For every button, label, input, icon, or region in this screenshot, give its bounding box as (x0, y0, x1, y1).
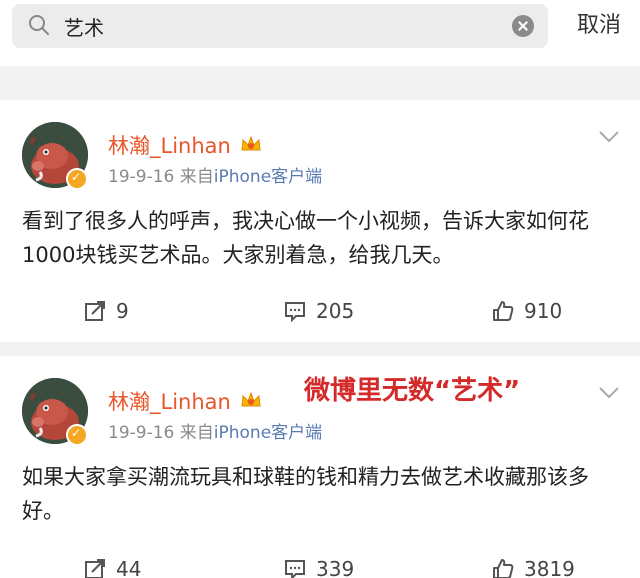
search-box[interactable] (12, 4, 548, 48)
username[interactable]: 林瀚_Linhan (108, 130, 231, 160)
repost-button[interactable]: 44 (84, 554, 141, 578)
comment-button[interactable]: 205 (284, 296, 354, 326)
post-text: 看到了很多人的呼声，我决心做一个小视频，告诉大家如何花1000块钱买艺术品。大家… (22, 209, 589, 267)
cancel-button[interactable]: 取消 (564, 8, 634, 44)
like-button[interactable]: 3819 (492, 554, 575, 578)
source-prefix: 来自 (179, 167, 214, 187)
comment-count: 339 (316, 557, 355, 578)
post-meta: 19-9-16 来自iPhone客户端 (108, 418, 322, 443)
repost-count: 44 (116, 557, 142, 578)
comment-icon (285, 560, 305, 578)
chevron-down-icon[interactable] (598, 386, 620, 400)
post-actions: 9 205 910 (0, 296, 640, 330)
source-prefix: 来自 (179, 423, 214, 443)
verified-badge (66, 168, 88, 190)
like-button[interactable]: 910 (492, 296, 562, 326)
post-date: 19-9-16 (108, 167, 175, 187)
repost-icon (85, 559, 105, 578)
thumbs-up-icon (493, 559, 514, 578)
post-card[interactable]: 林瀚_Linhan 19-9-16 来自iPhone客户端 看到了很多人的呼声，… (0, 100, 640, 342)
post-source[interactable]: iPhone客户端 (214, 167, 322, 187)
search-icon (29, 15, 49, 35)
post-date: 19-9-16 (108, 423, 175, 443)
overlay-caption: 微博里无数“艺术” (304, 376, 521, 406)
post-actions: 44 339 3819 (0, 554, 640, 578)
comment-button[interactable]: 339 (284, 554, 354, 578)
thumbs-up-icon (493, 301, 514, 321)
crown-icon (241, 391, 261, 407)
comment-count: 205 (316, 299, 355, 323)
post-source[interactable]: iPhone客户端 (214, 423, 322, 443)
post-text: 如果大家拿买潮流玩具和球鞋的钱和精力去做艺术收藏那该多好。 (22, 465, 589, 523)
username[interactable]: 林瀚_Linhan (108, 386, 231, 416)
chevron-down-icon[interactable] (598, 130, 620, 144)
like-count: 3819 (524, 557, 575, 578)
comment-icon (285, 302, 305, 322)
repost-icon (85, 301, 105, 321)
verified-badge (66, 424, 88, 446)
repost-button[interactable]: 9 (84, 296, 129, 326)
crown-icon (241, 135, 261, 151)
clear-icon[interactable] (512, 15, 534, 37)
post-meta: 19-9-16 来自iPhone客户端 (108, 162, 322, 187)
repost-count: 9 (116, 299, 129, 323)
post-card[interactable]: 林瀚_Linhan 微博里无数“艺术” 19-9-16 来自iPhone客户端 … (0, 356, 640, 578)
like-count: 910 (524, 299, 563, 323)
search-bar: 取消 (0, 0, 640, 66)
search-input[interactable] (64, 9, 504, 43)
